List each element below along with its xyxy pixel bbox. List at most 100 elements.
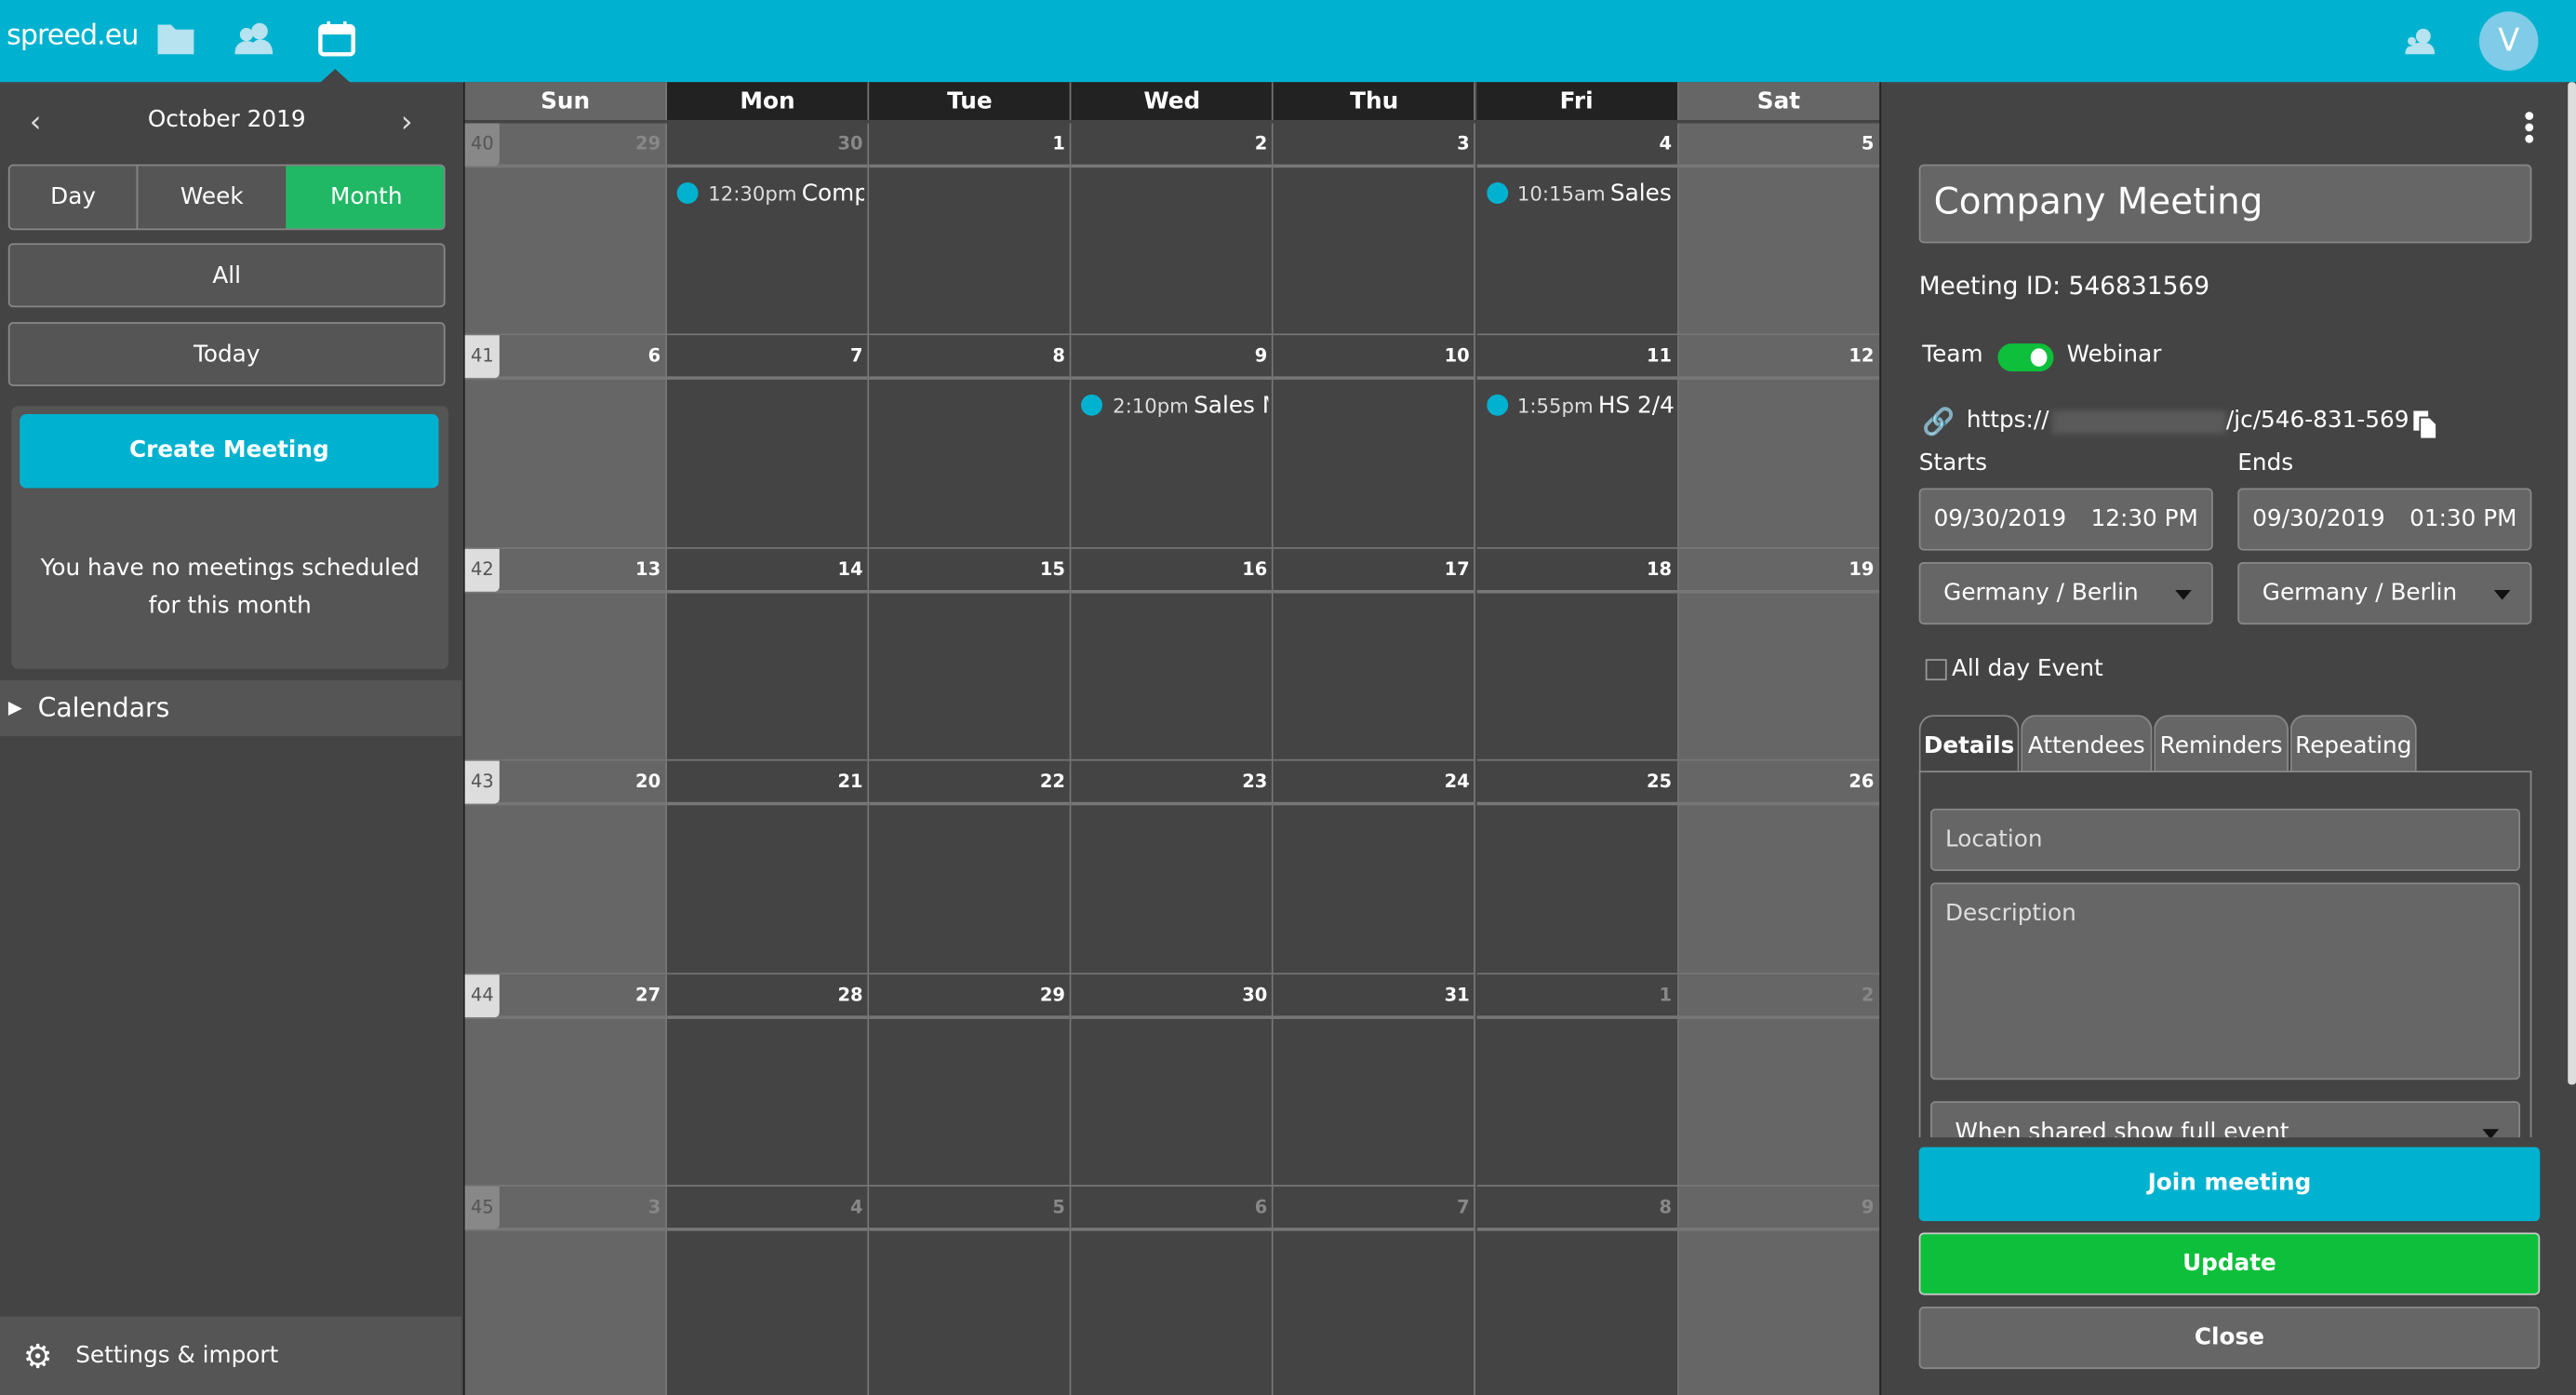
day-cell[interactable]: 8	[1475, 1187, 1679, 1395]
day-cell[interactable]: 1	[869, 123, 1072, 336]
day-cell[interactable]: 27 44	[464, 973, 668, 1187]
day-number[interactable]: 2	[1862, 984, 1875, 1005]
day-cell[interactable]: 6	[1071, 1187, 1275, 1395]
day-number[interactable]: 16	[1242, 558, 1267, 580]
contacts-icon[interactable]	[234, 20, 276, 59]
day-number[interactable]: 9	[1255, 346, 1268, 368]
user-status-icon[interactable]	[2404, 26, 2436, 56]
week-number[interactable]: 45	[464, 1187, 500, 1229]
end-timezone-select[interactable]: Germany / Berlin	[2237, 561, 2532, 625]
day-number[interactable]: 6	[648, 346, 661, 368]
day-cell[interactable]: 1	[1475, 973, 1679, 1187]
day-cell[interactable]: 4	[667, 1187, 870, 1395]
day-cell[interactable]: 21	[667, 760, 870, 974]
day-number[interactable]: 8	[1660, 1197, 1673, 1218]
today-button[interactable]: Today	[7, 322, 446, 387]
prev-month-chevron-icon[interactable]: ‹	[30, 105, 42, 140]
day-number[interactable]: 15	[1040, 558, 1065, 580]
join-meeting-button[interactable]: Join meeting	[1918, 1147, 2541, 1222]
day-number[interactable]: 4	[850, 1197, 863, 1218]
day-cell[interactable]: 30	[1071, 973, 1275, 1187]
day-number[interactable]: 24	[1445, 771, 1470, 793]
panel-scrollbar[interactable]	[2568, 82, 2576, 1085]
calendar-event[interactable]: 1:55pm HS 2/4	[1486, 394, 1674, 420]
start-datetime-field[interactable]: 09/30/2019 12:30 PM	[1918, 488, 2213, 551]
day-cell[interactable]: 3 45	[464, 1187, 668, 1395]
day-number[interactable]: 18	[1647, 558, 1672, 580]
end-date[interactable]: 09/30/2019	[2252, 506, 2385, 532]
week-number[interactable]: 42	[464, 548, 500, 592]
start-timezone-select[interactable]: Germany / Berlin	[1918, 561, 2213, 625]
day-cell[interactable]: 7	[667, 335, 870, 549]
user-avatar[interactable]: V	[2478, 11, 2539, 71]
day-cell[interactable]: 2	[1678, 973, 1881, 1187]
description-textarea[interactable]: Description	[1930, 882, 2521, 1080]
day-number[interactable]: 5	[1052, 1197, 1065, 1218]
spreed-logo[interactable]: spreed.eu	[7, 20, 139, 52]
week-number[interactable]: 41	[464, 335, 500, 379]
day-cell[interactable]: 4 10:15amSales M	[1475, 123, 1679, 336]
day-cell[interactable]: 5	[869, 1187, 1072, 1395]
calendar-event[interactable]: 2:10pmSales M	[1081, 394, 1269, 420]
create-meeting-button[interactable]: Create Meeting	[20, 414, 439, 489]
settings-import-button[interactable]: ⚙ Settings & import	[0, 1316, 462, 1395]
day-cell[interactable]: 6 41	[464, 335, 668, 549]
share-visibility-select[interactable]: When shared show full event	[1930, 1101, 2521, 1138]
day-cell[interactable]: 9 2:10pmSales M	[1071, 335, 1275, 549]
day-cell[interactable]: 30 12:30pm Comp	[667, 123, 870, 336]
day-number[interactable]: 26	[1849, 771, 1874, 793]
update-button[interactable]: Update	[1918, 1232, 2541, 1295]
close-button[interactable]: Close	[1918, 1306, 2541, 1370]
day-number[interactable]: 12	[1849, 346, 1874, 368]
day-number[interactable]: 19	[1849, 558, 1874, 580]
day-number[interactable]: 6	[1255, 1197, 1268, 1218]
day-number[interactable]: 3	[648, 1197, 661, 1218]
day-number[interactable]: 30	[1242, 984, 1267, 1005]
day-cell[interactable]: 29 40	[464, 123, 668, 336]
meeting-link-prefix[interactable]: https://	[1967, 408, 2049, 434]
folder-icon[interactable]	[154, 20, 197, 59]
day-number[interactable]: 10	[1445, 346, 1470, 368]
calendar-event[interactable]: 10:15amSales M	[1486, 181, 1674, 208]
day-number[interactable]: 13	[635, 558, 661, 580]
day-number[interactable]: 21	[837, 771, 862, 793]
day-cell[interactable]: 26	[1678, 760, 1881, 974]
day-number[interactable]: 29	[635, 133, 661, 154]
day-number[interactable]: 23	[1242, 771, 1267, 793]
calendar-event[interactable]: 12:30pm Comp	[676, 181, 864, 208]
day-cell[interactable]: 19	[1678, 548, 1881, 761]
end-datetime-field[interactable]: 09/30/2019 01:30 PM	[2237, 488, 2532, 551]
day-cell[interactable]: 7	[1274, 1187, 1476, 1395]
week-number[interactable]: 44	[464, 973, 500, 1017]
start-date[interactable]: 09/30/2019	[1934, 506, 2067, 532]
day-number[interactable]: 3	[1457, 133, 1470, 154]
start-time[interactable]: 12:30 PM	[2091, 506, 2198, 532]
day-number[interactable]: 11	[1647, 346, 1672, 368]
day-cell[interactable]: 23	[1071, 760, 1275, 974]
day-number[interactable]: 20	[635, 771, 661, 793]
day-cell[interactable]: 24	[1274, 760, 1476, 974]
day-number[interactable]: 1	[1052, 133, 1065, 154]
day-cell[interactable]: 8	[869, 335, 1072, 549]
day-cell[interactable]: 11 1:55pm HS 2/4	[1475, 335, 1679, 549]
day-cell[interactable]: 15	[869, 548, 1072, 761]
day-number[interactable]: 28	[837, 984, 862, 1005]
view-month-button[interactable]: Month	[286, 166, 444, 229]
day-number[interactable]: 22	[1040, 771, 1065, 793]
tab-details[interactable]: Details	[1918, 715, 2020, 773]
day-number[interactable]: 8	[1052, 346, 1065, 368]
day-number[interactable]: 17	[1445, 558, 1470, 580]
end-time[interactable]: 01:30 PM	[2409, 506, 2516, 532]
tab-repeating[interactable]: Repeating	[2289, 715, 2417, 773]
day-number[interactable]: 5	[1862, 133, 1875, 154]
day-cell[interactable]: 10	[1274, 335, 1476, 549]
day-number[interactable]: 31	[1445, 984, 1470, 1005]
day-cell[interactable]: 3	[1274, 123, 1476, 336]
meeting-title-input[interactable]: Company Meeting	[1918, 164, 2532, 244]
all-button[interactable]: All	[7, 243, 446, 308]
more-options-icon[interactable]	[2525, 112, 2535, 143]
day-number[interactable]: 27	[635, 984, 661, 1005]
day-cell[interactable]: 16	[1071, 548, 1275, 761]
day-number[interactable]: 1	[1660, 984, 1673, 1005]
day-cell[interactable]: 25	[1475, 760, 1679, 974]
